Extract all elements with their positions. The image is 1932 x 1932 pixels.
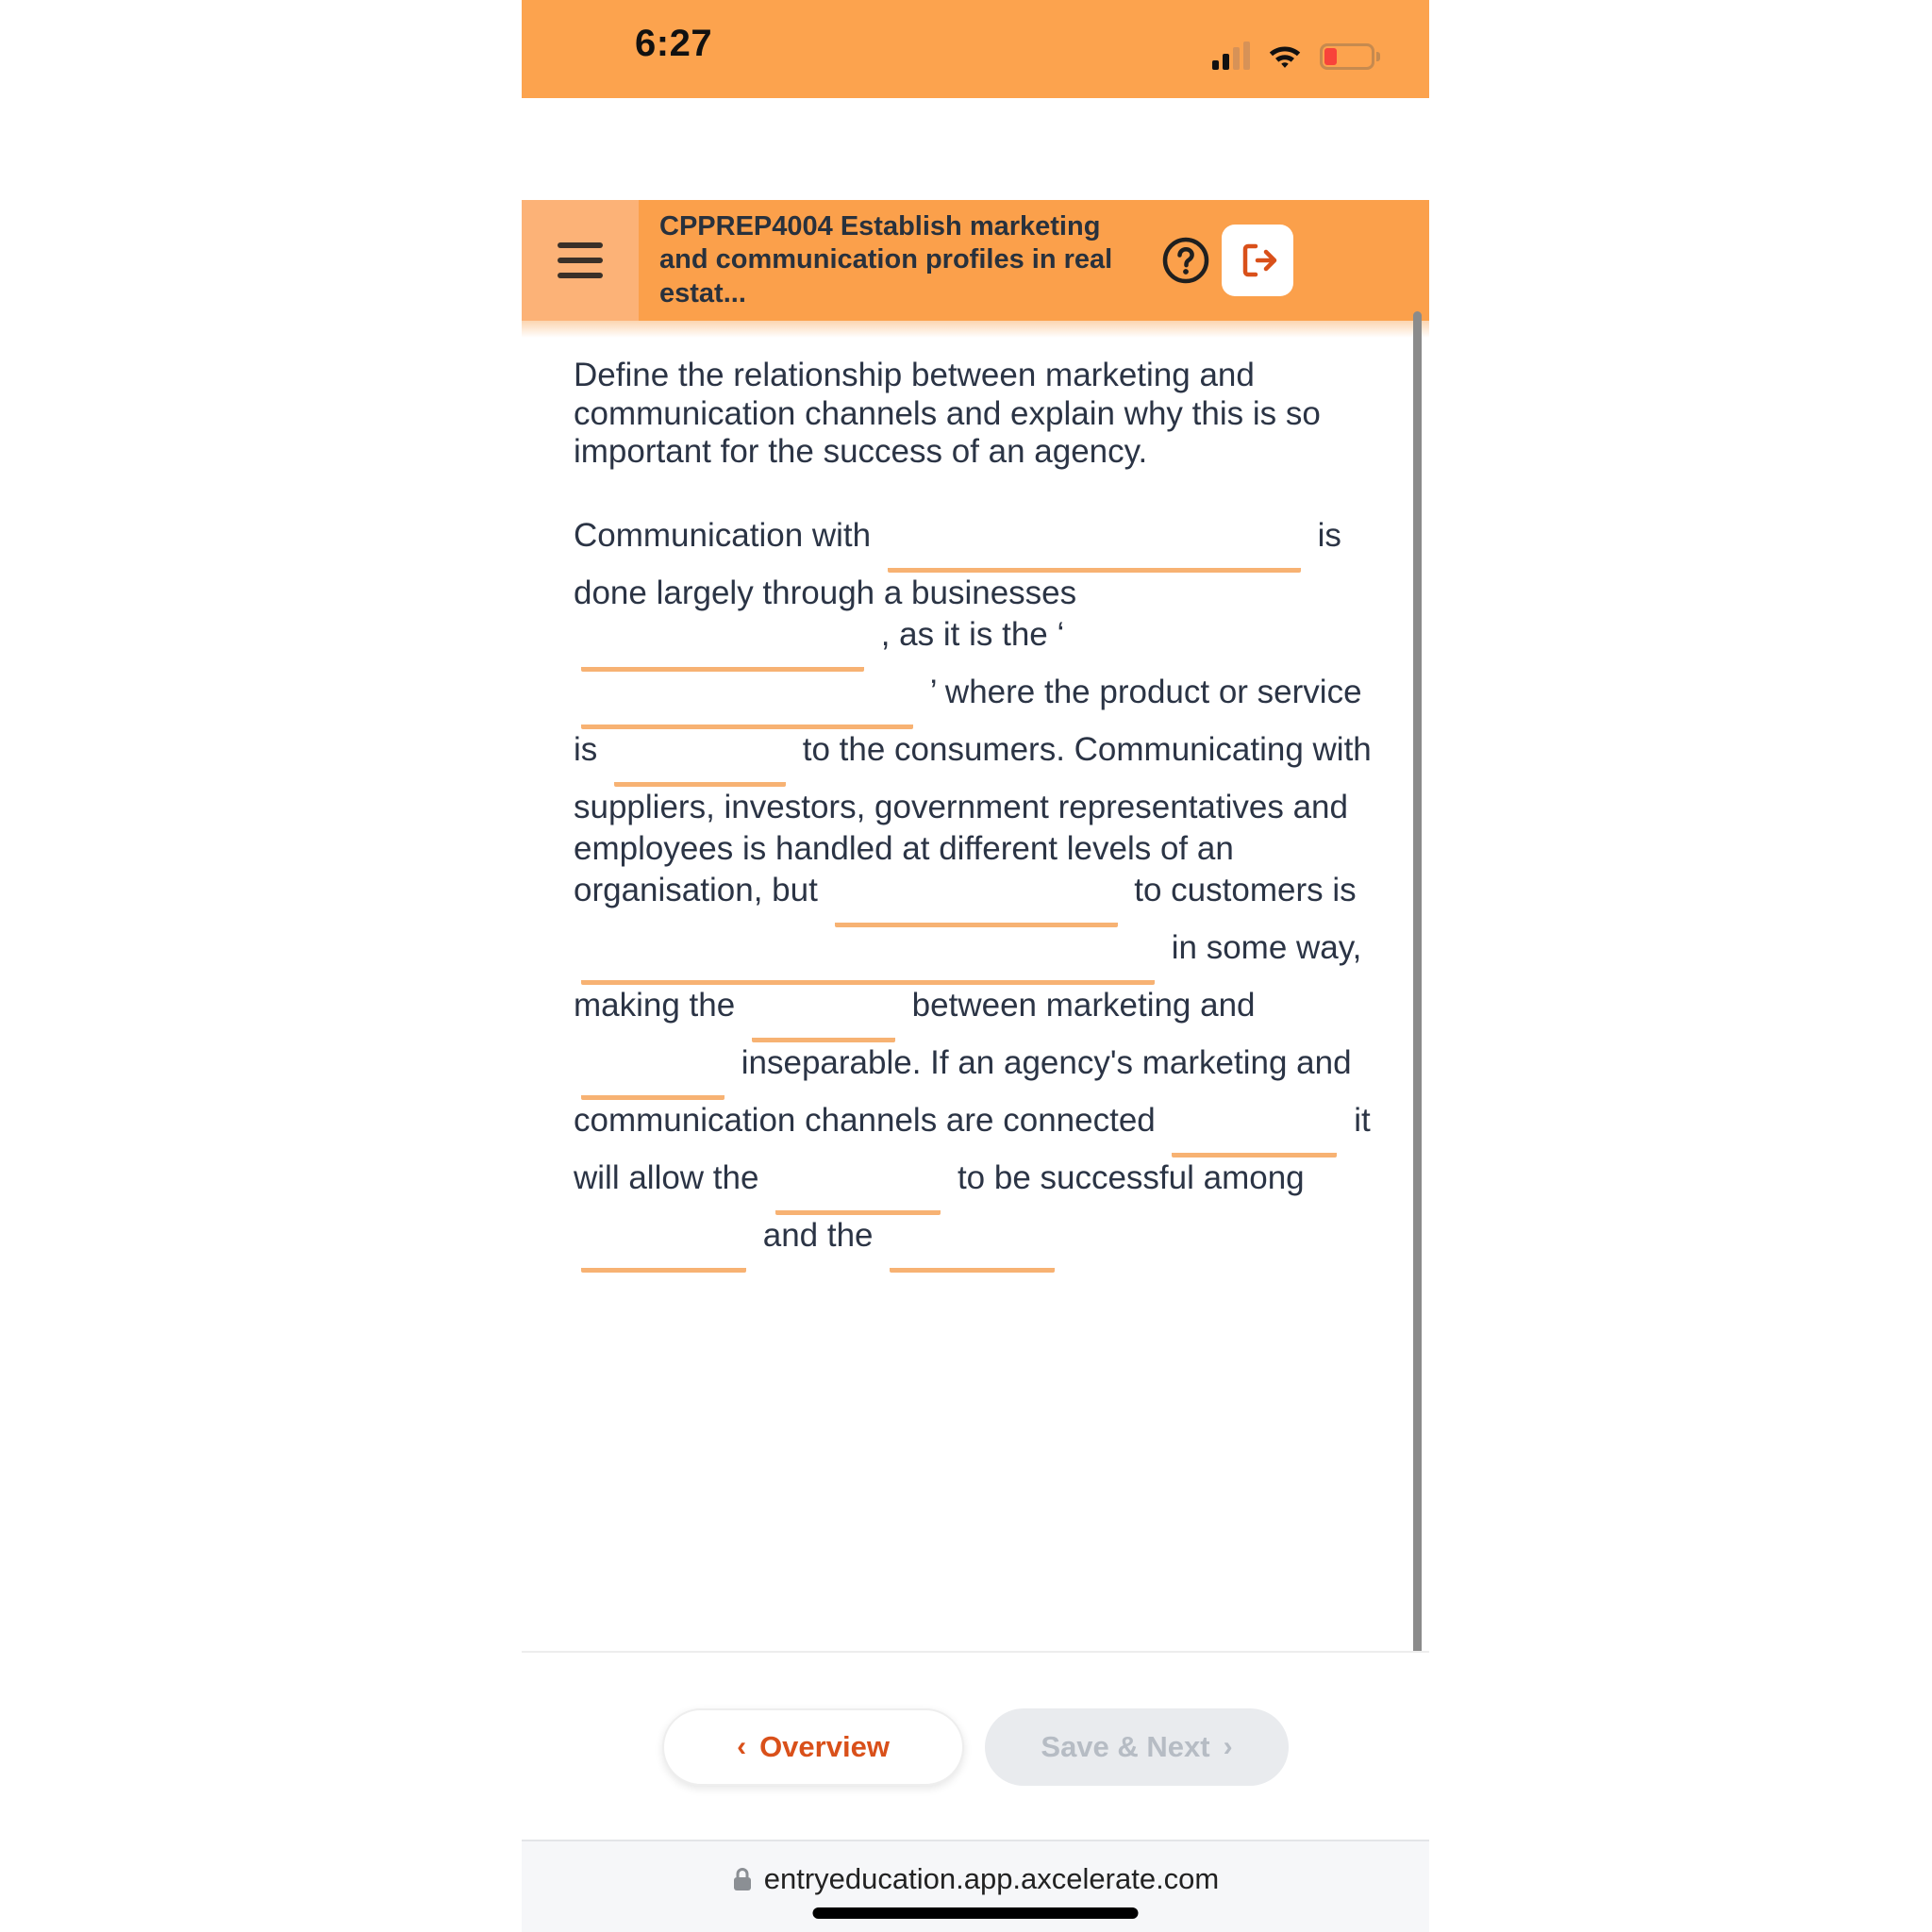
answer-blank-2[interactable] bbox=[581, 625, 864, 672]
lock-icon bbox=[733, 1868, 751, 1890]
question-text-segment: and the bbox=[762, 1217, 883, 1255]
answer-blank-6[interactable] bbox=[581, 939, 1155, 986]
question-text-segment: between marketing and bbox=[911, 987, 1256, 1024]
chevron-right-icon: › bbox=[1223, 1731, 1233, 1762]
question-text-segment: , as it is the ‘ bbox=[880, 615, 1065, 653]
page-title: CPPREP4004 Establish marketing and commu… bbox=[659, 210, 1113, 308]
answer-blank-3[interactable] bbox=[581, 682, 913, 729]
question-text-segment: Communication with bbox=[574, 516, 880, 554]
home-indicator bbox=[812, 1907, 1139, 1919]
status-time: 6:27 bbox=[635, 23, 713, 64]
battery-low-icon bbox=[1320, 43, 1380, 70]
question-body: Define the relationship between marketin… bbox=[522, 338, 1429, 1274]
answer-blank-9[interactable] bbox=[1172, 1111, 1338, 1158]
answer-blank-12[interactable] bbox=[890, 1226, 1056, 1274]
overview-button-label: Overview bbox=[759, 1730, 890, 1763]
question-prompt: Define the relationship between marketin… bbox=[574, 357, 1321, 471]
hamburger-menu-button[interactable] bbox=[522, 200, 639, 321]
question-text-segment: to be successful among bbox=[957, 1159, 1305, 1197]
overview-button[interactable]: ‹ Overview bbox=[662, 1708, 964, 1786]
app-header: CPPREP4004 Establish marketing and commu… bbox=[522, 200, 1429, 321]
wifi-icon bbox=[1269, 46, 1301, 68]
answer-blank-1[interactable] bbox=[887, 525, 1301, 573]
status-bar: 6:27 bbox=[522, 0, 1429, 98]
help-circle-icon[interactable] bbox=[1159, 234, 1212, 287]
save-and-next-button-label: Save & Next bbox=[1041, 1730, 1210, 1763]
phone-screen: 6:27 CPPREP4004 Establish marketing and … bbox=[522, 0, 1429, 1932]
header-shadow bbox=[522, 321, 1429, 338]
logout-icon bbox=[1242, 243, 1277, 277]
answer-blank-11[interactable] bbox=[581, 1226, 746, 1274]
answer-blank-5[interactable] bbox=[834, 881, 1118, 928]
chevron-left-icon: ‹ bbox=[737, 1731, 747, 1762]
url-text: entryeducation.app.axcelerate.com bbox=[763, 1862, 1220, 1895]
header-title-zone: CPPREP4004 Establish marketing and commu… bbox=[639, 200, 1429, 321]
answer-blank-4[interactable] bbox=[614, 740, 786, 787]
question-text-segment: to customers is bbox=[1134, 872, 1357, 909]
save-and-next-button[interactable]: Save & Next › bbox=[985, 1708, 1289, 1786]
bottom-navigation-bar: ‹ Overview Save & Next › bbox=[522, 1651, 1429, 1841]
logout-button[interactable] bbox=[1222, 225, 1293, 296]
answer-blank-10[interactable] bbox=[775, 1169, 941, 1216]
status-icons bbox=[1212, 28, 1380, 70]
answer-blank-8[interactable] bbox=[581, 1054, 724, 1101]
fill-in-the-blank-paragraph: Communication with is done largely throu… bbox=[574, 515, 1377, 1274]
hamburger-menu-icon bbox=[558, 242, 603, 278]
vertical-scrollbar[interactable] bbox=[1413, 311, 1422, 1717]
answer-blank-7[interactable] bbox=[751, 996, 895, 1043]
question-content-area: Define the relationship between marketin… bbox=[522, 338, 1429, 1724]
signal-bars-icon bbox=[1212, 42, 1250, 70]
